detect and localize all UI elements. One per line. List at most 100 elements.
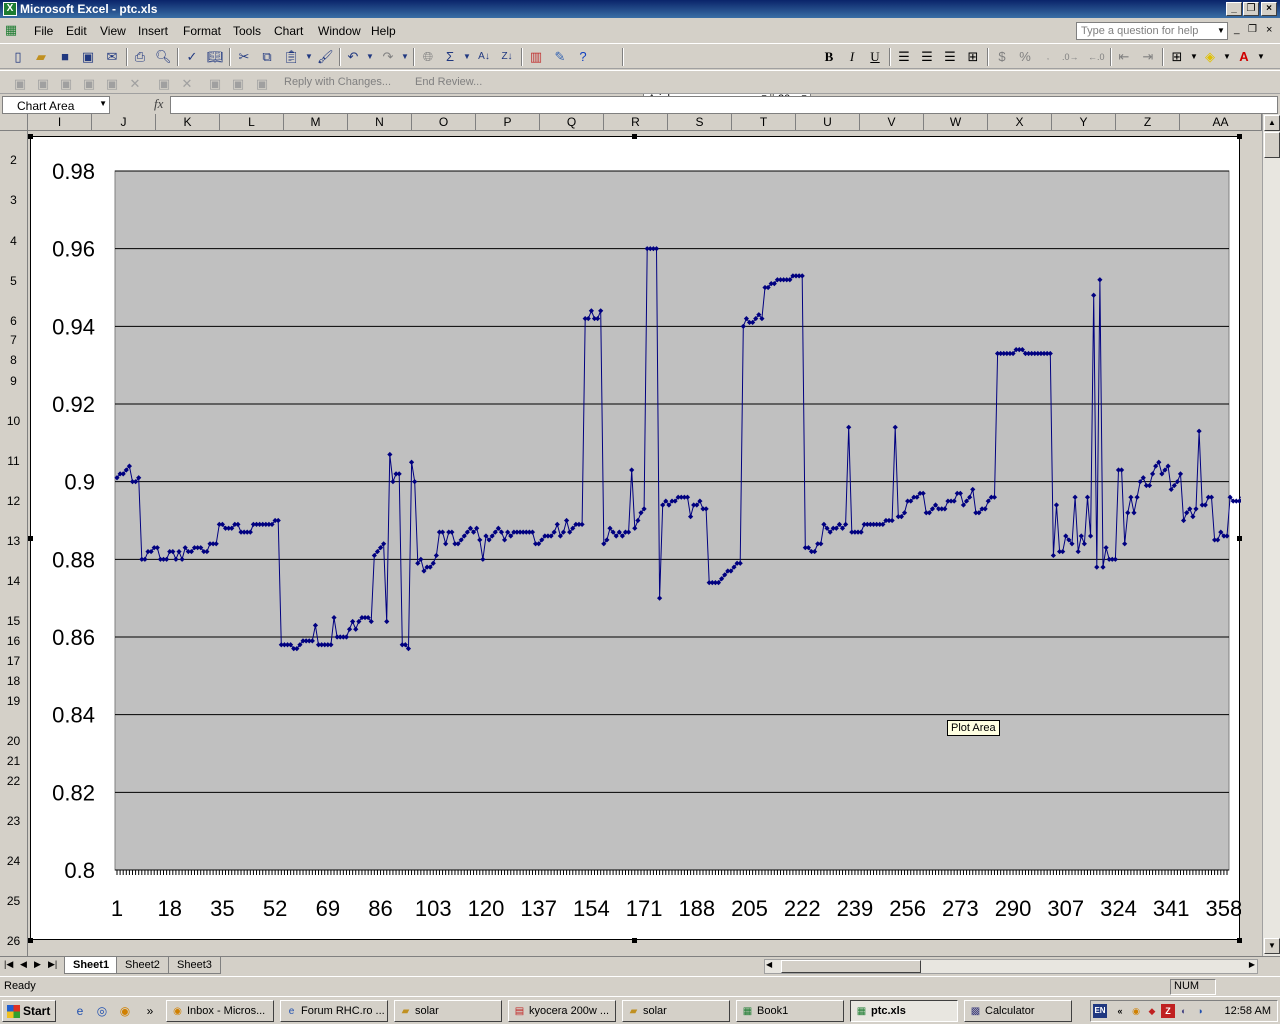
scroll-left-icon[interactable]: ◀ <box>766 960 772 969</box>
task-solar-2[interactable]: ▰ solar <box>622 1000 730 1022</box>
doc-close-button[interactable]: × <box>1266 24 1272 36</box>
column-header-w[interactable]: W <box>924 114 988 131</box>
cut-icon[interactable]: ✂ <box>236 49 252 65</box>
email-icon[interactable]: ✉ <box>104 49 120 65</box>
row-header-10[interactable]: 10 <box>0 414 27 430</box>
percent-button[interactable]: % <box>1017 49 1033 65</box>
toolbar-icon[interactable]: ▣ <box>58 76 74 92</box>
task-forum[interactable]: e Forum RHC.ro ... <box>280 1000 388 1022</box>
outlook-quicklaunch-icon[interactable]: ◉ <box>117 1003 133 1019</box>
paste-icon[interactable]: 📋︎ <box>283 49 300 65</box>
toolbar-icon[interactable]: ▣ <box>207 76 223 92</box>
resize-handle[interactable] <box>1237 134 1242 139</box>
column-header-z[interactable]: Z <box>1116 114 1180 131</box>
row-header-3[interactable]: 3 <box>0 193 27 209</box>
formula-input[interactable] <box>170 96 1278 114</box>
toolbar-icon[interactable]: ✕ <box>127 76 143 92</box>
task-book1[interactable]: ▦ Book1 <box>736 1000 844 1022</box>
row-header-22[interactable]: 22 <box>0 774 27 790</box>
column-header-r[interactable]: R <box>604 114 668 131</box>
undo-dropdown-icon[interactable]: ▼ <box>362 49 378 65</box>
more-quicklaunch-icon[interactable]: » <box>142 1003 158 1019</box>
open-icon[interactable]: ▰ <box>33 49 49 65</box>
align-center-icon[interactable]: ☰ <box>919 49 935 65</box>
minimize-button[interactable]: _ <box>1226 2 1242 16</box>
task-inbox[interactable]: ◉ Inbox - Micros... <box>166 1000 274 1022</box>
tray-app-icon[interactable]: ◆ <box>1145 1004 1159 1018</box>
row-header-24[interactable]: 24 <box>0 854 27 870</box>
task-calculator[interactable]: ▩ Calculator <box>964 1000 1072 1022</box>
volume-icon[interactable]: ◑ <box>1193 1004 1207 1018</box>
next-sheet-icon[interactable]: ▶ <box>34 959 41 970</box>
select-all-corner[interactable] <box>0 114 28 131</box>
toolbar-icon[interactable]: ✕ <box>179 76 195 92</box>
redo-dropdown-icon[interactable]: ▼ <box>397 49 413 65</box>
column-header-q[interactable]: Q <box>540 114 604 131</box>
resize-handle[interactable] <box>632 134 637 139</box>
horizontal-scroll-thumb[interactable] <box>781 960 921 973</box>
increase-indent-icon[interactable]: ⇥ <box>1140 49 1156 65</box>
chart-wizard-icon[interactable]: ▥ <box>528 49 544 65</box>
print-icon[interactable]: ⎙ <box>132 49 148 65</box>
comma-style-icon[interactable]: , <box>1040 49 1056 65</box>
row-header-16[interactable]: 16 <box>0 634 27 650</box>
column-header-i[interactable]: I <box>28 114 92 131</box>
name-box[interactable]: Chart Area ▼ <box>2 96 110 114</box>
align-left-icon[interactable]: ☰ <box>896 49 912 65</box>
desktop-quicklaunch-icon[interactable]: ◎ <box>94 1003 110 1019</box>
menu-edit[interactable]: Edit <box>66 24 87 38</box>
menu-tools[interactable]: Tools <box>233 24 261 38</box>
column-header-s[interactable]: S <box>668 114 732 131</box>
menu-file[interactable]: File <box>34 24 53 38</box>
column-header-n[interactable]: N <box>348 114 412 131</box>
resize-handle[interactable] <box>632 938 637 943</box>
row-header-25[interactable]: 25 <box>0 894 27 910</box>
tray-app-icon[interactable]: ◐ <box>1177 1004 1191 1018</box>
row-header-7[interactable]: 7 <box>0 333 27 349</box>
menu-format[interactable]: Format <box>183 24 221 38</box>
decrease-indent-icon[interactable]: ⇤ <box>1116 49 1132 65</box>
underline-button[interactable]: U <box>867 49 883 65</box>
line-chart[interactable]: 0.8 0.82 0.84 0.86 0.88 0.9 0.92 0.94 0.96 0.98 1 1… <box>31 137 1241 941</box>
spelling-icon[interactable]: ✓ <box>184 49 200 65</box>
resize-handle[interactable] <box>28 536 33 541</box>
row-header-26[interactable]: 26 <box>0 934 27 950</box>
new-icon[interactable]: ▯ <box>10 49 26 65</box>
sort-ascending-icon[interactable]: A↓ <box>476 49 492 65</box>
reply-with-changes-button[interactable]: Reply with Changes... <box>284 76 391 88</box>
drawing-icon[interactable]: ✎ <box>552 49 568 65</box>
resize-handle[interactable] <box>1237 938 1242 943</box>
menu-chart[interactable]: Chart <box>274 24 303 38</box>
scroll-down-icon[interactable]: ▼ <box>1264 938 1280 954</box>
column-header-o[interactable]: O <box>412 114 476 131</box>
menu-window[interactable]: Window <box>318 24 361 38</box>
row-header-20[interactable]: 20 <box>0 734 27 750</box>
format-painter-icon[interactable]: 🖌︎ <box>317 49 334 65</box>
prev-sheet-icon[interactable]: ◀ <box>20 959 27 970</box>
borders-dropdown-icon[interactable]: ▼ <box>1186 49 1202 65</box>
toolbar-icon[interactable]: ▣ <box>230 76 246 92</box>
bold-button[interactable]: B <box>821 49 837 65</box>
copy-icon[interactable]: ⧉ <box>259 49 275 65</box>
column-header-aa[interactable]: AA <box>1180 114 1262 131</box>
row-header-23[interactable]: 23 <box>0 814 27 830</box>
horizontal-scrollbar[interactable]: ◀ ▶ <box>764 959 1258 974</box>
toolbar-icon[interactable]: ▣ <box>12 76 28 92</box>
scroll-up-icon[interactable]: ▲ <box>1264 115 1280 131</box>
fill-color-icon[interactable]: ◈ <box>1202 49 1218 65</box>
resize-handle[interactable] <box>28 938 33 943</box>
end-review-button[interactable]: End Review... <box>415 76 482 88</box>
task-solar-1[interactable]: ▰ solar <box>394 1000 502 1022</box>
merge-center-icon[interactable]: ⊞ <box>965 49 981 65</box>
row-header-9[interactable]: 9 <box>0 374 27 390</box>
help-search-input[interactable]: Type a question for help <box>1076 22 1228 40</box>
close-button[interactable]: × <box>1261 2 1277 16</box>
borders-icon[interactable]: ⊞ <box>1169 49 1185 65</box>
currency-button[interactable]: $ <box>994 49 1010 65</box>
menu-help[interactable]: Help <box>371 24 396 38</box>
language-indicator[interactable]: EN <box>1093 1004 1107 1018</box>
paste-dropdown-icon[interactable]: ▼ <box>301 49 317 65</box>
redo-icon[interactable]: ↷ <box>380 49 396 65</box>
column-header-j[interactable]: J <box>92 114 156 131</box>
increase-decimal-icon[interactable]: .0→ <box>1062 49 1079 65</box>
